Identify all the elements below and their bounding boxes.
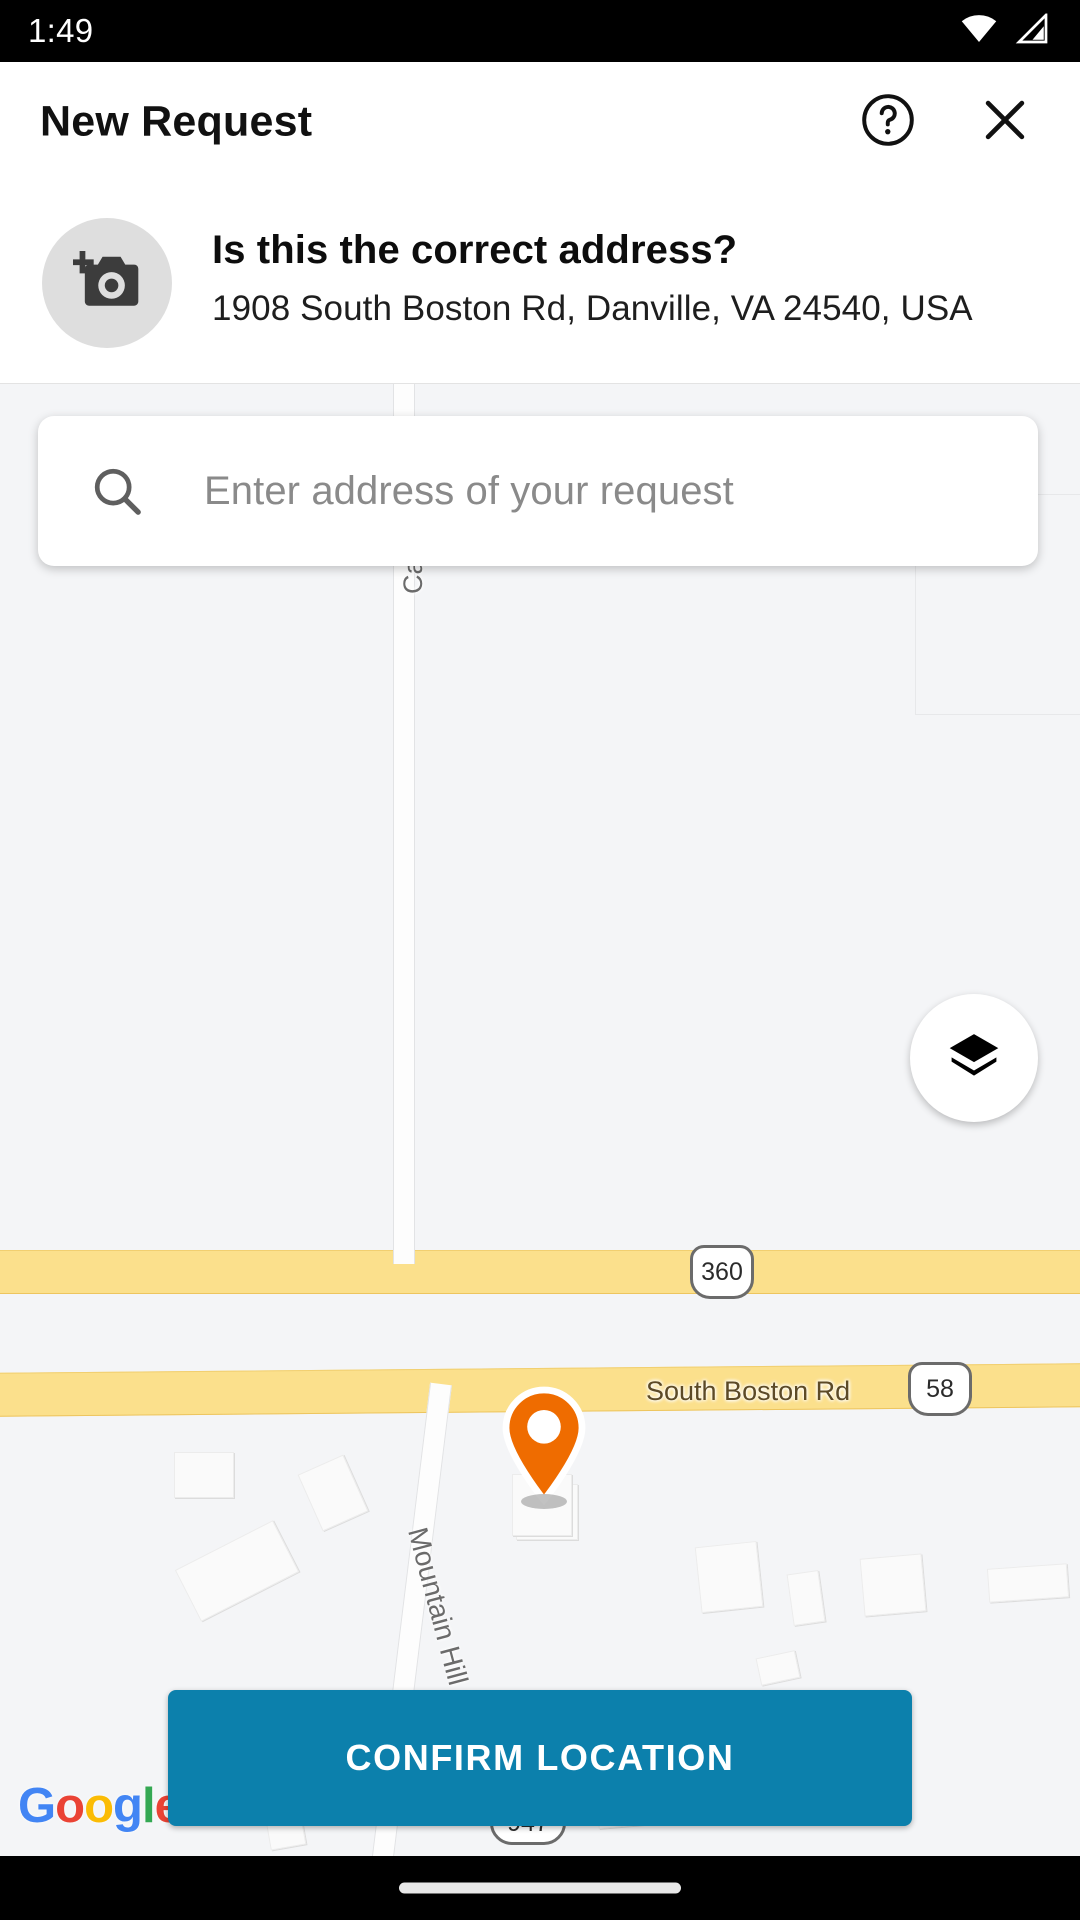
help-button[interactable]: [857, 91, 919, 153]
status-bar-icons: [960, 11, 1048, 49]
map-building: [694, 1540, 764, 1614]
location-pin-marker[interactable]: [498, 1386, 590, 1513]
close-icon: [978, 93, 1032, 152]
status-bar: 1:49: [0, 0, 1080, 62]
address-question: Is this the correct address?: [212, 228, 738, 272]
map-shield-360: 360: [690, 1245, 754, 1299]
google-letter-o1: o: [55, 1779, 85, 1833]
app-bar: New Request: [0, 62, 1080, 182]
google-attribution-logo: Google: [18, 1778, 182, 1834]
map-building: [859, 1553, 927, 1617]
map-view[interactable]: y Can 360 South Boston Rd 58 Mountain Hi…: [0, 384, 1080, 1856]
map-road-segment: [393, 864, 415, 1264]
map-building: [174, 1452, 234, 1498]
search-input[interactable]: Enter address of your request: [38, 416, 1038, 566]
help-circle-icon: [860, 92, 916, 153]
google-letter-g: g: [113, 1779, 143, 1833]
map-layers-icon: [946, 1028, 1002, 1089]
map-base-layer: [0, 384, 1080, 1856]
map-building: [986, 1563, 1070, 1603]
address-text-block: Is this the correct address? 1908 South …: [212, 226, 1050, 330]
google-letter-l: l: [141, 1779, 156, 1833]
close-button[interactable]: [974, 91, 1036, 153]
map-highway-360: [0, 1250, 1080, 1294]
map-layers-button[interactable]: [910, 994, 1038, 1122]
map-shield-58: 58: [908, 1362, 972, 1416]
add-photo-camera-icon: [71, 250, 141, 316]
cellular-signal-icon: [1014, 11, 1048, 49]
home-gesture-handle[interactable]: [399, 1882, 681, 1894]
map-label-south-boston-rd: South Boston Rd: [646, 1376, 851, 1406]
marker-shadow: [521, 1494, 567, 1509]
add-photo-button[interactable]: [42, 218, 172, 348]
wifi-icon: [960, 14, 998, 49]
address-value: 1908 South Boston Rd, Danville, VA 24540…: [212, 289, 973, 328]
app-screen: 1:49 New Request Is this the correct add…: [0, 0, 1080, 1920]
google-letter-G: G: [18, 1779, 56, 1833]
search-placeholder: Enter address of your request: [204, 468, 734, 513]
status-bar-clock: 1:49: [28, 12, 94, 49]
page-title: New Request: [40, 97, 313, 146]
map-parcel-line: [915, 714, 1080, 715]
search-icon: [90, 464, 144, 518]
system-nav-bar: [0, 1856, 1080, 1920]
address-confirmation-card: Is this the correct address? 1908 South …: [0, 182, 1080, 384]
confirm-location-button[interactable]: CONFIRM LOCATION: [168, 1690, 912, 1826]
google-letter-o2: o: [84, 1779, 114, 1833]
